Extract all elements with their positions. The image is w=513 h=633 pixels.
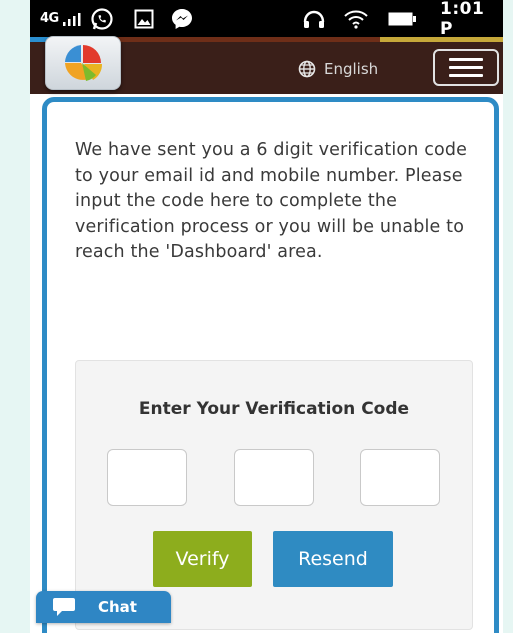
signal-indicator: 4G bbox=[40, 0, 84, 37]
code-input-1[interactable] bbox=[107, 449, 187, 506]
clock: 1:01 P bbox=[440, 0, 485, 39]
gallery-notification-icon bbox=[134, 0, 154, 37]
globe-icon bbox=[298, 60, 316, 78]
language-selector[interactable]: English bbox=[298, 55, 378, 83]
verification-instructions: We have sent you a 6 digit verification … bbox=[75, 140, 468, 262]
wifi-icon bbox=[344, 0, 368, 37]
hamburger-menu-icon bbox=[449, 58, 483, 61]
app-header: English bbox=[30, 36, 503, 94]
status-bar: 4G 1:01 P bbox=[30, 0, 503, 39]
resend-button[interactable]: Resend bbox=[273, 531, 393, 587]
language-label: English bbox=[324, 60, 379, 78]
phone-screen: 4G 1:01 P English We have sent you a 6 d… bbox=[30, 0, 503, 633]
headset-icon bbox=[302, 0, 326, 37]
signal-bars-icon bbox=[62, 12, 81, 26]
chat-widget-button[interactable]: Chat bbox=[36, 591, 171, 623]
chat-label: Chat bbox=[98, 598, 137, 616]
messenger-notification-icon bbox=[170, 0, 194, 37]
network-type: 4G bbox=[40, 11, 59, 26]
verify-button[interactable]: Verify bbox=[153, 531, 252, 587]
code-panel-title: Enter Your Verification Code bbox=[138, 399, 410, 419]
hamburger-menu-button[interactable] bbox=[433, 49, 499, 86]
code-input-3[interactable] bbox=[360, 449, 440, 506]
chat-bubble-icon bbox=[52, 597, 76, 617]
whatsapp-notification-icon bbox=[90, 0, 114, 37]
verification-code-panel: Enter Your Verification Code Verify Rese… bbox=[75, 360, 473, 630]
verification-card: We have sent you a 6 digit verification … bbox=[42, 97, 499, 633]
battery-icon bbox=[388, 0, 416, 37]
code-input-2[interactable] bbox=[234, 449, 314, 506]
pie-chart-app-logo-icon[interactable] bbox=[45, 36, 121, 90]
